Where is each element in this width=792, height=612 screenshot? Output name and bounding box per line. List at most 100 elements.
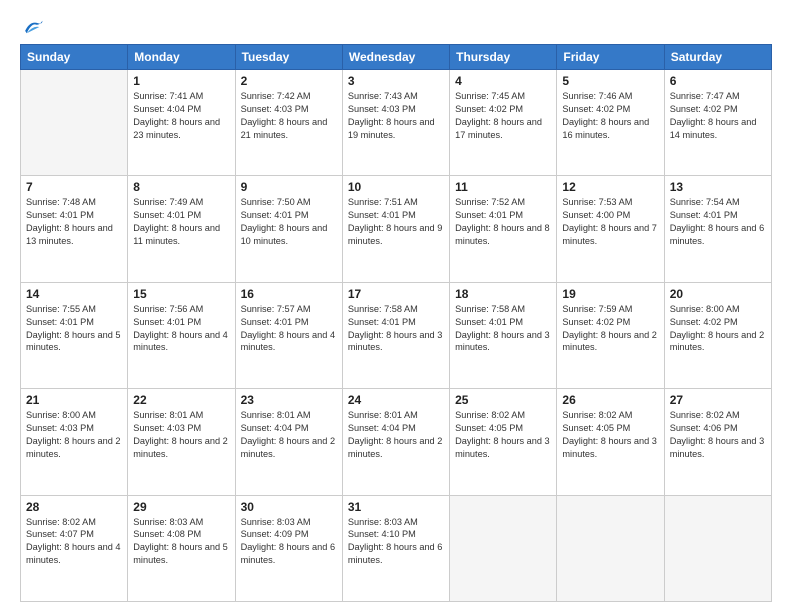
- calendar-cell: 29 Sunrise: 8:03 AMSunset: 4:08 PMDayligh…: [128, 495, 235, 601]
- day-number: 21: [26, 393, 122, 407]
- calendar-cell: 20 Sunrise: 8:00 AMSunset: 4:02 PMDayligh…: [664, 282, 771, 388]
- day-number: 10: [348, 180, 444, 194]
- calendar-cell: 18 Sunrise: 7:58 AMSunset: 4:01 PMDayligh…: [450, 282, 557, 388]
- calendar-cell: 1 Sunrise: 7:41 AMSunset: 4:04 PMDaylight…: [128, 70, 235, 176]
- day-info: Sunrise: 8:03 AMSunset: 4:10 PMDaylight:…: [348, 516, 444, 568]
- day-number: 14: [26, 287, 122, 301]
- page: SundayMondayTuesdayWednesdayThursdayFrid…: [0, 0, 792, 612]
- day-info: Sunrise: 8:01 AMSunset: 4:03 PMDaylight:…: [133, 409, 229, 461]
- day-number: 20: [670, 287, 766, 301]
- calendar-cell: 27Sunrise: 8:02 AMSunset: 4:06 PMDayligh…: [664, 389, 771, 495]
- calendar-cell: 6Sunrise: 7:47 AMSunset: 4:02 PMDaylight…: [664, 70, 771, 176]
- day-info: Sunrise: 8:02 AMSunset: 4:05 PMDaylight:…: [455, 409, 551, 461]
- day-info: Sunrise: 8:01 AMSunset: 4:04 PMDaylight:…: [241, 409, 337, 461]
- calendar-cell: 19Sunrise: 7:59 AMSunset: 4:02 PMDayligh…: [557, 282, 664, 388]
- day-info: Sunrise: 7:50 AMSunset: 4:01 PMDaylight:…: [241, 196, 337, 248]
- day-number: 16: [241, 287, 337, 301]
- day-number: 24: [348, 393, 444, 407]
- day-number: 7: [26, 180, 122, 194]
- day-number: 30: [241, 500, 337, 514]
- day-info: Sunrise: 7:58 AMSunset: 4:01 PMDaylight:…: [348, 303, 444, 355]
- day-number: 2: [241, 74, 337, 88]
- calendar-cell: 7 Sunrise: 7:48 AMSunset: 4:01 PMDaylight…: [21, 176, 128, 282]
- day-info: Sunrise: 7:48 AMSunset: 4:01 PMDaylight:…: [26, 196, 122, 248]
- day-number: 13: [670, 180, 766, 194]
- calendar-cell: 23 Sunrise: 8:01 AMSunset: 4:04 PMDayligh…: [235, 389, 342, 495]
- day-info: Sunrise: 7:53 AMSunset: 4:00 PMDaylight:…: [562, 196, 658, 248]
- calendar-table: SundayMondayTuesdayWednesdayThursdayFrid…: [20, 44, 772, 602]
- calendar-cell: 11 Sunrise: 7:52 AMSunset: 4:01 PMDayligh…: [450, 176, 557, 282]
- calendar-cell: 10 Sunrise: 7:51 AMSunset: 4:01 PMDayligh…: [342, 176, 449, 282]
- day-number: 22: [133, 393, 229, 407]
- day-info: Sunrise: 7:57 AMSunset: 4:01 PMDaylight:…: [241, 303, 337, 355]
- calendar-cell: [664, 495, 771, 601]
- calendar-cell: 5 Sunrise: 7:46 AMSunset: 4:02 PMDaylight…: [557, 70, 664, 176]
- calendar-cell: 12Sunrise: 7:53 AMSunset: 4:00 PMDayligh…: [557, 176, 664, 282]
- day-info: Sunrise: 7:45 AMSunset: 4:02 PMDaylight:…: [455, 90, 551, 142]
- calendar-cell: 9Sunrise: 7:50 AMSunset: 4:01 PMDaylight…: [235, 176, 342, 282]
- weekday-header-thursday: Thursday: [450, 45, 557, 70]
- day-number: 8: [133, 180, 229, 194]
- day-number: 3: [348, 74, 444, 88]
- calendar-cell: 26 Sunrise: 8:02 AMSunset: 4:05 PMDayligh…: [557, 389, 664, 495]
- day-info: Sunrise: 7:58 AMSunset: 4:01 PMDaylight:…: [455, 303, 551, 355]
- logo-text: [20, 18, 44, 36]
- day-number: 5: [562, 74, 658, 88]
- day-number: 26: [562, 393, 658, 407]
- day-info: Sunrise: 7:43 AMSunset: 4:03 PMDaylight:…: [348, 90, 444, 142]
- calendar-cell: 17 Sunrise: 7:58 AMSunset: 4:01 PMDayligh…: [342, 282, 449, 388]
- day-number: 27: [670, 393, 766, 407]
- day-number: 31: [348, 500, 444, 514]
- calendar-cell: 24 Sunrise: 8:01 AMSunset: 4:04 PMDayligh…: [342, 389, 449, 495]
- day-number: 29: [133, 500, 229, 514]
- calendar-cell: 28Sunrise: 8:02 AMSunset: 4:07 PMDayligh…: [21, 495, 128, 601]
- calendar-cell: 3 Sunrise: 7:43 AMSunset: 4:03 PMDaylight…: [342, 70, 449, 176]
- day-number: 4: [455, 74, 551, 88]
- weekday-header-tuesday: Tuesday: [235, 45, 342, 70]
- calendar-cell: 8Sunrise: 7:49 AMSunset: 4:01 PMDaylight…: [128, 176, 235, 282]
- logo: [20, 18, 44, 36]
- calendar-cell: [21, 70, 128, 176]
- weekday-header-saturday: Saturday: [664, 45, 771, 70]
- day-number: 17: [348, 287, 444, 301]
- day-info: Sunrise: 7:42 AMSunset: 4:03 PMDaylight:…: [241, 90, 337, 142]
- calendar-cell: 13Sunrise: 7:54 AMSunset: 4:01 PMDayligh…: [664, 176, 771, 282]
- weekday-header-sunday: Sunday: [21, 45, 128, 70]
- calendar-cell: 31 Sunrise: 8:03 AMSunset: 4:10 PMDayligh…: [342, 495, 449, 601]
- calendar-cell: 16 Sunrise: 7:57 AMSunset: 4:01 PMDayligh…: [235, 282, 342, 388]
- weekday-header-monday: Monday: [128, 45, 235, 70]
- day-number: 11: [455, 180, 551, 194]
- day-info: Sunrise: 7:51 AMSunset: 4:01 PMDaylight:…: [348, 196, 444, 248]
- day-number: 23: [241, 393, 337, 407]
- week-row-3: 14 Sunrise: 7:55 AMSunset: 4:01 PMDayligh…: [21, 282, 772, 388]
- calendar-cell: [450, 495, 557, 601]
- day-number: 6: [670, 74, 766, 88]
- day-info: Sunrise: 8:02 AMSunset: 4:07 PMDaylight:…: [26, 516, 122, 568]
- weekday-header-row: SundayMondayTuesdayWednesdayThursdayFrid…: [21, 45, 772, 70]
- day-info: Sunrise: 8:02 AMSunset: 4:05 PMDaylight:…: [562, 409, 658, 461]
- day-info: Sunrise: 8:03 AMSunset: 4:08 PMDaylight:…: [133, 516, 229, 568]
- day-info: Sunrise: 8:01 AMSunset: 4:04 PMDaylight:…: [348, 409, 444, 461]
- day-info: Sunrise: 8:03 AMSunset: 4:09 PMDaylight:…: [241, 516, 337, 568]
- week-row-5: 28Sunrise: 8:02 AMSunset: 4:07 PMDayligh…: [21, 495, 772, 601]
- day-number: 1: [133, 74, 229, 88]
- day-info: Sunrise: 7:52 AMSunset: 4:01 PMDaylight:…: [455, 196, 551, 248]
- weekday-header-wednesday: Wednesday: [342, 45, 449, 70]
- day-number: 15: [133, 287, 229, 301]
- day-number: 19: [562, 287, 658, 301]
- calendar-cell: 15Sunrise: 7:56 AMSunset: 4:01 PMDayligh…: [128, 282, 235, 388]
- day-number: 18: [455, 287, 551, 301]
- header: [20, 18, 772, 36]
- calendar-cell: [557, 495, 664, 601]
- day-info: Sunrise: 7:41 AMSunset: 4:04 PMDaylight:…: [133, 90, 229, 142]
- day-info: Sunrise: 7:46 AMSunset: 4:02 PMDaylight:…: [562, 90, 658, 142]
- calendar-cell: 22 Sunrise: 8:01 AMSunset: 4:03 PMDayligh…: [128, 389, 235, 495]
- day-info: Sunrise: 7:55 AMSunset: 4:01 PMDaylight:…: [26, 303, 122, 355]
- week-row-2: 7 Sunrise: 7:48 AMSunset: 4:01 PMDaylight…: [21, 176, 772, 282]
- calendar-cell: 25Sunrise: 8:02 AMSunset: 4:05 PMDayligh…: [450, 389, 557, 495]
- calendar-cell: 2 Sunrise: 7:42 AMSunset: 4:03 PMDaylight…: [235, 70, 342, 176]
- calendar-cell: 4 Sunrise: 7:45 AMSunset: 4:02 PMDaylight…: [450, 70, 557, 176]
- day-info: Sunrise: 8:00 AMSunset: 4:02 PMDaylight:…: [670, 303, 766, 355]
- weekday-header-friday: Friday: [557, 45, 664, 70]
- logo-bird-icon: [22, 18, 44, 36]
